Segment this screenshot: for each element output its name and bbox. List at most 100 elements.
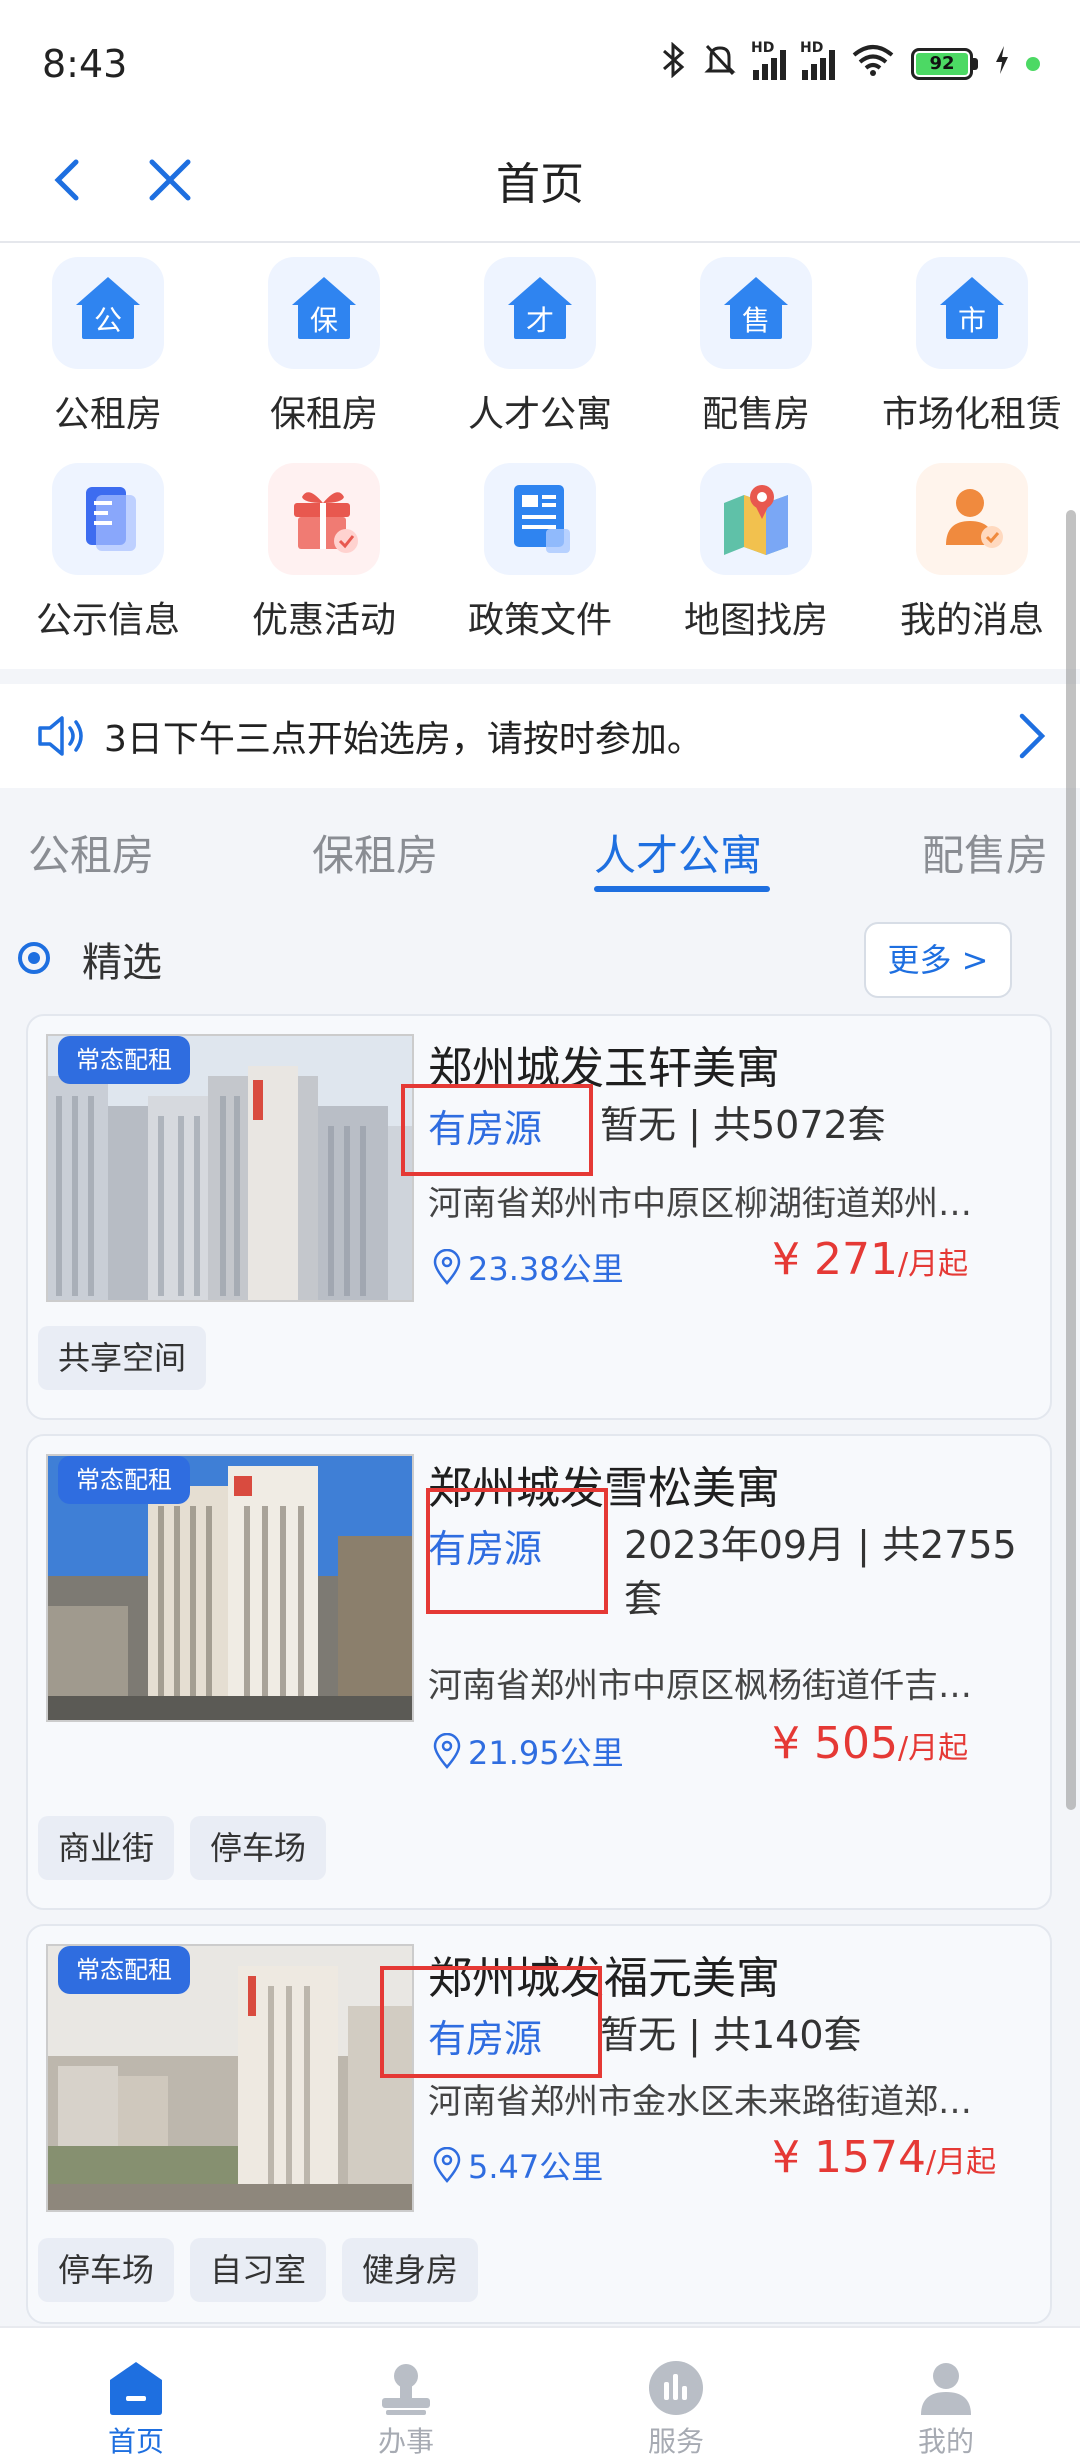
stock-info: 2023年09月 | 共2755套 [624,1523,1017,1621]
service-icon [648,2360,704,2416]
quick-item-rencai[interactable]: 才 人才公寓 [432,243,648,435]
tab-peishoufang[interactable]: 配售房 [922,822,1048,883]
stock-info: 暂无 | 共140套 [600,2013,862,2057]
distance-value: 23.38公里 [468,1250,624,1288]
quick-item-label: 人才公寓 [467,394,612,435]
quick-item-label: 公租房 [53,394,162,435]
bluetooth-icon [661,41,687,87]
quick-item-label: 政策文件 [467,600,612,641]
policy-file-icon [484,463,596,575]
bottom-nav: 首页 办事 服务 我的 [0,2326,1080,2460]
nav-bar: 首页 [0,130,1080,243]
active-tab-indicator [594,886,770,892]
price-value: ¥ 505 [772,1718,898,1769]
radio-dot-icon [18,942,50,974]
tag-row: 商业街 停车场 [38,1816,327,1880]
battery-icon: 92 [911,48,978,80]
bottom-nav-profile[interactable]: 我的 [846,2328,1046,2460]
status-badge: 常态配租 [58,1946,190,1994]
highlight-box [426,1488,608,1614]
quick-item-label: 公示信息 [35,600,180,641]
tag-row: 停车场 自习室 健身房 [38,2238,479,2302]
section-title: 精选 [82,940,162,986]
more-button[interactable]: 更多 > [864,922,1012,998]
tab-rencai[interactable]: 人才公寓 [594,822,762,883]
shou-house-icon: 售 [700,257,812,369]
stamp-icon [378,2360,434,2416]
distance: 21.95公里 [432,1728,624,1774]
listing-address: 河南省郑州市中原区柳湖街道郑州… [428,1184,972,1224]
listing-address: 河南省郑州市金水区未来路街道郑… [428,2082,972,2122]
status-icons: HD HD 92 [661,40,1040,87]
listing-price: ¥ 1574/月起 [772,2132,996,2183]
distance: 5.47公里 [432,2142,603,2188]
status-bar: 8:43 HD HD 92 [0,0,1080,130]
signal-icon-2: HD [800,40,835,80]
price-value: ¥ 271 [772,1234,898,1285]
status-badge: 常态配租 [58,1456,190,1504]
document-icon [52,463,164,575]
bottom-nav-home[interactable]: 首页 [36,2328,236,2460]
distance-value: 5.47公里 [468,2148,604,2186]
signal-icon: HD [751,40,786,80]
listing-card[interactable]: 常态配租 郑州城发雪松美寓 有房源 2023年09月 | 共2755套 河南省郑… [26,1434,1052,1910]
notice-banner[interactable]: 3日下午三点开始选房，请按时参加。 [0,684,1080,788]
feature-tag: 自习室 [190,2238,327,2302]
location-pin-icon [433,2147,461,2183]
listing-card[interactable]: 常态配租 郑州城发福元美寓 有房源 暂无 | 共140套 河南省郑州市金水区未来… [26,1924,1052,2324]
map-pin-icon [700,463,812,575]
notice-text: 3日下午三点开始选房，请按时参加。 [104,719,703,760]
quick-item-my-messages[interactable]: 我的消息 [864,449,1080,641]
user-message-icon [916,463,1028,575]
quick-item-market-rent[interactable]: 市 市场化租赁 [864,243,1080,435]
quick-item-promotions[interactable]: 优惠活动 [216,449,432,641]
quick-item-label: 地图找房 [683,600,828,641]
highlight-box [401,1084,593,1176]
gift-icon [268,463,380,575]
feature-tag: 停车场 [38,2238,175,2302]
listing-address: 河南省郑州市中原区枫杨街道仟吉… [428,1666,972,1706]
price-unit: /月起 [925,2145,997,2180]
tab-baozufang[interactable]: 保租房 [312,822,438,883]
tab-gongzufang[interactable]: 公租房 [28,822,154,883]
status-time: 8:43 [42,42,128,86]
mute-bell-icon [703,42,737,87]
scrollbar[interactable] [1066,510,1076,1810]
distance-value: 21.95公里 [468,1734,624,1772]
quick-item-baozufang[interactable]: 保 保租房 [216,243,432,435]
speaker-icon [36,712,88,764]
status-badge: 常态配租 [58,1036,190,1084]
quick-item-policy-files[interactable]: 政策文件 [432,449,648,641]
quick-item-gongzufang[interactable]: 公 公租房 [0,243,216,435]
price-unit: /月起 [897,1247,969,1282]
category-tabs: 公租房 保租房 人才公寓 配售房 [0,800,1080,900]
distance: 23.38公里 [432,1244,624,1290]
bottom-nav-services[interactable]: 服务 [576,2328,776,2460]
page-title: 首页 [496,159,584,210]
feature-tag: 共享空间 [38,1326,207,1390]
quick-item-public-info[interactable]: 公示信息 [0,449,216,641]
quick-item-label: 保租房 [269,394,378,435]
location-pin-icon [433,1249,461,1285]
bottom-nav-label: 办事 [377,2425,434,2458]
quick-item-label: 市场化租赁 [881,394,1062,435]
privacy-indicator-icon [1026,57,1040,71]
cai-house-icon: 才 [484,257,596,369]
wifi-icon [851,43,895,86]
listing-card[interactable]: 常态配租 郑州城发玉轩美寓 有房源 暂无 | 共5072套 河南省郑州市中原区柳… [26,1014,1052,1420]
feature-tag: 商业街 [38,1816,175,1880]
quick-item-map-search[interactable]: 地图找房 [648,449,864,641]
bottom-nav-tasks[interactable]: 办事 [306,2328,506,2460]
price-unit: /月起 [897,1731,969,1766]
shi-house-icon: 市 [916,257,1028,369]
chevron-right-icon[interactable] [1012,708,1052,768]
highlight-box [380,1966,602,2078]
battery-level: 92 [916,53,968,75]
quick-item-peishoufang[interactable]: 售 配售房 [648,243,864,435]
quick-item-label: 我的消息 [899,600,1044,641]
bao-house-icon: 保 [268,257,380,369]
bottom-nav-label: 首页 [107,2425,164,2458]
bottom-nav-label: 我的 [917,2425,974,2458]
quick-item-label: 配售房 [701,394,810,435]
tag-row: 共享空间 [38,1326,207,1390]
